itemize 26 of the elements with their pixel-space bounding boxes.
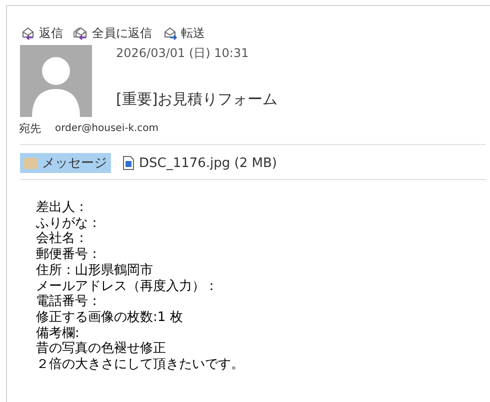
toolbar-button[interactable]: 転送 [162,24,205,42]
recipient-address: order@housei-k.com [55,123,159,134]
envelope-forward-icon [162,26,178,40]
body-text-line: メールアドレス（再度入力）： [36,278,219,294]
envelope-reply-icon [20,26,36,40]
body-text-line: 住所：山形県鶴岡市 [36,262,154,279]
email-subject: [重要]お見積りフォーム [116,90,278,109]
recipient-label: 宛先 [19,121,41,136]
body-text-line: 修正する画像の枚数:1 枚 [36,310,184,326]
sent-date: 2026/03/01 (日) 10:31 [116,45,250,62]
body-text-line: ふりがな： [36,216,102,231]
avatar-silhouette [20,45,92,117]
body-text-line: 差出人： [36,200,89,216]
attachment-tab[interactable]: DSC_1176.jpg (2 MB) [119,153,281,173]
body-text-line: ２倍の大きさにして頂きたいです。 [36,357,245,373]
body-text-line: 昔の写真の色褪せ修正 [36,341,167,357]
body-text-line: 会社名： [36,231,89,247]
message-icon [24,158,37,168]
image-file-icon [123,156,134,170]
body-text-line: 電話番号： [36,294,102,310]
toolbar-button[interactable]: 返信 [20,24,63,42]
envelope-reply-icon [73,26,89,40]
body-text-line: 備考欄: [36,326,80,341]
body-text-line: 郵便番号： [36,247,102,263]
attachment-tab[interactable]: メッセージ [20,153,111,173]
toolbar-button[interactable]: 全員に返信 [73,24,152,42]
